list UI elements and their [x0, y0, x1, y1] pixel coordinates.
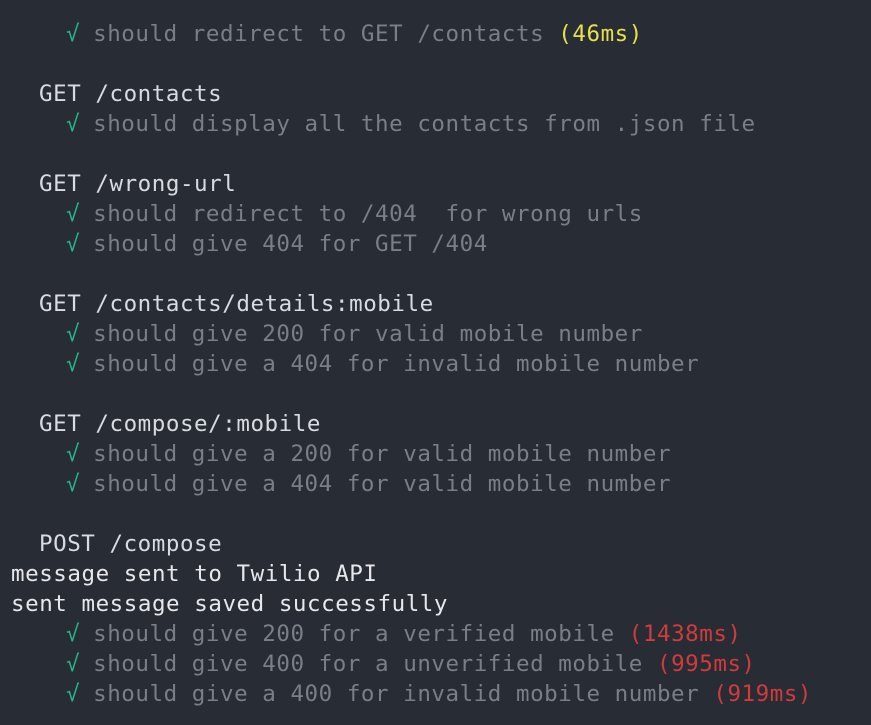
check-mark-icon: √ [66, 21, 81, 47]
suite-title-text: GET /contacts/details:mobile [39, 291, 434, 317]
suite-title: GET /wrong-url [0, 169, 871, 199]
check-mark-icon: √ [66, 441, 81, 467]
test-title: should give 200 for valid mobile number [93, 321, 643, 347]
suite-title-text: GET /wrong-url [39, 171, 237, 197]
test-duration: (1438ms) [628, 621, 742, 647]
test-result: √ should redirect to /404 for wrong urls [0, 199, 871, 229]
test-result: √ should give 200 for a verified mobile (… [0, 619, 871, 649]
test-result: √ should display all the contacts from .j… [0, 109, 871, 139]
suite-title-text: GET /contacts [39, 81, 223, 107]
log-text: sent message saved successfully [11, 591, 448, 617]
check-mark-icon: √ [66, 321, 81, 347]
check-mark-icon: √ [66, 651, 81, 677]
suite-title: GET /contacts/details:mobile [0, 289, 871, 319]
check-mark-icon: √ [66, 201, 81, 227]
test-result: √ should give 400 for a unverified mobile… [0, 649, 871, 679]
test-duration: (46ms) [558, 21, 643, 47]
test-title: should give a 404 for valid mobile numbe… [93, 471, 672, 497]
test-result: √ should give a 400 for invalid mobile nu… [0, 679, 871, 709]
suite-title-text: GET /compose/:mobile [39, 411, 321, 437]
check-mark-icon: √ [66, 111, 81, 137]
test-title: should give a 400 for invalid mobile num… [93, 681, 700, 707]
check-mark-icon: √ [66, 351, 81, 377]
suite-title: POST /compose [0, 529, 871, 559]
test-result: √ should redirect to GET /contacts (46ms) [0, 19, 871, 49]
test-result: √ should give 404 for GET /404 [0, 229, 871, 259]
check-mark-icon: √ [66, 681, 81, 707]
test-result: √ should give a 200 for valid mobile numb… [0, 439, 871, 469]
test-title: should give 400 for a unverified mobile [93, 651, 643, 677]
test-title: should give a 200 for valid mobile numbe… [93, 441, 672, 467]
test-title: should display all the contacts from .js… [93, 111, 756, 137]
test-duration: (919ms) [713, 681, 813, 707]
check-mark-icon: √ [66, 231, 81, 257]
terminal-output: √ should redirect to GET /contacts (46ms)… [0, 0, 871, 725]
test-title: should give a 404 for invalid mobile num… [93, 351, 700, 377]
test-result: √ should give 200 for valid mobile number [0, 319, 871, 349]
test-duration: (995ms) [656, 651, 756, 677]
log-line: message sent to Twilio API [0, 559, 871, 589]
check-mark-icon: √ [66, 471, 81, 497]
log-text: message sent to Twilio API [11, 561, 378, 587]
test-title: should give 200 for a verified mobile [93, 621, 615, 647]
suite-title: GET /compose/:mobile [0, 409, 871, 439]
suite-title-text: POST /compose [39, 531, 223, 557]
log-line: sent message saved successfully [0, 589, 871, 619]
check-mark-icon: √ [66, 621, 81, 647]
test-result: √ should give a 404 for valid mobile numb… [0, 469, 871, 499]
suite-title: GET /contacts [0, 79, 871, 109]
test-title: should redirect to GET /contacts [93, 21, 545, 47]
test-title: should give 404 for GET /404 [93, 231, 488, 257]
test-result: √ should give a 404 for invalid mobile nu… [0, 349, 871, 379]
test-title: should redirect to /404 for wrong urls [93, 201, 643, 227]
